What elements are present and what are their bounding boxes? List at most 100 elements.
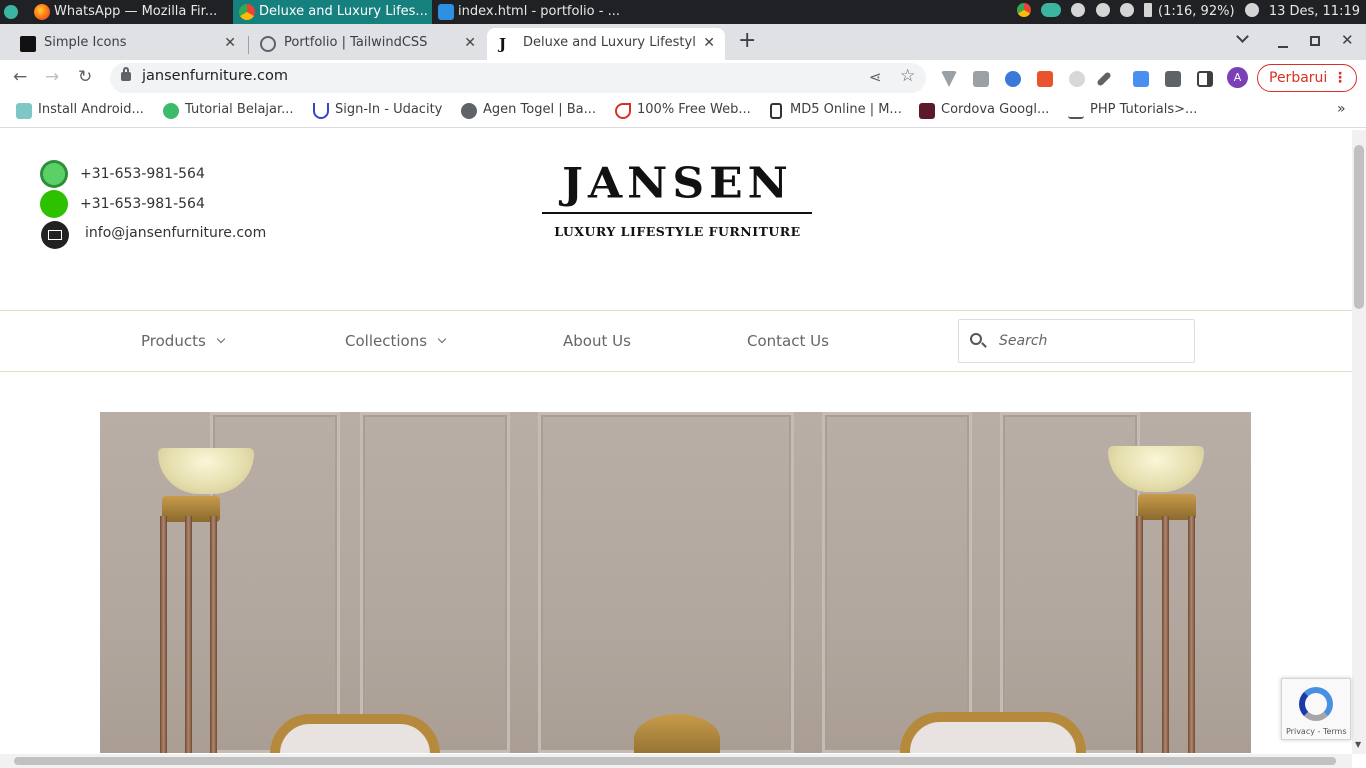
bookmark-cordova[interactable]: Cordova Googl... xyxy=(919,102,1050,119)
wall-panel xyxy=(538,412,794,753)
chrome-icon xyxy=(239,4,255,20)
lamp-pole xyxy=(185,516,192,753)
share-icon[interactable]: ⋖ xyxy=(869,68,882,86)
chevron-down-icon xyxy=(437,334,447,344)
menu-icon[interactable] xyxy=(4,5,18,19)
window-close-button[interactable]: ✕ xyxy=(1341,31,1354,49)
simple-icons-favicon xyxy=(20,36,36,52)
horizontal-scroll-thumb[interactable] xyxy=(14,757,1336,765)
chrome-tray-icon[interactable] xyxy=(1017,3,1032,17)
bookmark-label: Agen Togel | Ba... xyxy=(483,102,596,117)
site-search[interactable] xyxy=(958,319,1195,363)
email-address[interactable]: info@jansenfurniture.com xyxy=(85,225,266,241)
tab-simple-icons[interactable]: Simple Icons ✕ xyxy=(8,28,246,60)
armchair xyxy=(270,714,440,753)
lamp-pole xyxy=(210,516,217,753)
whatsapp-number[interactable]: +31-653-981-564 xyxy=(80,166,205,182)
extension-doc-icon[interactable] xyxy=(973,71,989,87)
bookmark-install-android[interactable]: Install Android... xyxy=(16,102,144,119)
menu-label: Contact Us xyxy=(747,332,829,350)
lamp-pole xyxy=(160,516,167,753)
extension-circle-icon[interactable] xyxy=(1069,71,1085,87)
bookmark-label: MD5 Online | M... xyxy=(790,102,902,117)
menu-about-us[interactable]: About Us xyxy=(563,332,631,350)
puzzle-icon[interactable] xyxy=(1165,71,1181,87)
bookmark-label: Sign-In - Udacity xyxy=(335,102,443,117)
brand-tagline: LUXURY LIFESTYLE FURNITURE xyxy=(554,224,801,239)
bookmark-tutorial-belajar[interactable]: Tutorial Belajar... xyxy=(163,102,294,119)
bookmark-label: Tutorial Belajar... xyxy=(185,102,294,117)
minimize-button[interactable] xyxy=(1278,46,1288,48)
taskbar-item-label: index.html - portfolio - ... xyxy=(458,4,620,19)
bookmark-md5-online[interactable]: MD5 Online | M... xyxy=(768,102,902,119)
os-taskbar: WhatsApp — Mozilla Fir... Deluxe and Lux… xyxy=(0,0,1366,24)
tab-label: Simple Icons xyxy=(44,35,127,50)
tab-deluxe[interactable]: J Deluxe and Luxury Lifestyl ✕ xyxy=(487,28,725,60)
firefox-icon xyxy=(34,4,50,20)
menu-contact-us[interactable]: Contact Us xyxy=(747,332,829,350)
bluetooth-icon[interactable] xyxy=(1095,3,1110,17)
close-icon[interactable]: ✕ xyxy=(464,28,476,58)
bookmark-label: 100% Free Web... xyxy=(637,102,751,117)
recaptcha-terms[interactable]: Privacy - Terms xyxy=(1286,727,1347,736)
bookmark-free-web[interactable]: 100% Free Web... xyxy=(615,102,751,119)
update-button[interactable]: Perbarui ⋮ xyxy=(1257,64,1357,92)
forward-arrow-icon[interactable]: → xyxy=(45,67,59,87)
globe-icon xyxy=(260,36,276,52)
restore-button[interactable] xyxy=(1310,36,1320,46)
extension-blue-icon[interactable] xyxy=(1005,71,1021,87)
battery-icon[interactable] xyxy=(1143,3,1152,17)
more-bookmarks-icon[interactable]: » xyxy=(1337,101,1346,117)
lock-icon xyxy=(770,103,782,119)
hero-image xyxy=(100,412,1251,753)
more-menu-icon: ⋮ xyxy=(1333,70,1347,86)
new-tab-button[interactable]: + xyxy=(738,29,756,53)
wechat-icon[interactable] xyxy=(40,190,68,218)
bookmark-udacity[interactable]: Sign-In - Udacity xyxy=(313,102,443,119)
taskbar-item-label: Deluxe and Luxury Lifes... xyxy=(259,4,428,19)
close-icon[interactable]: ✕ xyxy=(703,28,715,58)
side-panel-icon[interactable] xyxy=(1197,71,1213,87)
bookmark-star-icon[interactable]: ☆ xyxy=(900,66,915,86)
volume-icon[interactable] xyxy=(1244,3,1259,17)
back-arrow-icon[interactable]: ← xyxy=(13,67,27,87)
bookmark-php-tutorials[interactable]: PHP Tutorials>... xyxy=(1068,102,1197,119)
tab-portfolio[interactable]: Portfolio | TailwindCSS ✕ xyxy=(248,28,486,60)
bookmark-agen-togel[interactable]: Agen Togel | Ba... xyxy=(461,102,596,119)
reload-icon[interactable]: ↻ xyxy=(78,67,92,87)
vertical-scroll-thumb[interactable] xyxy=(1354,145,1364,309)
profile-avatar[interactable]: A xyxy=(1227,67,1248,88)
bookmark-label: Install Android... xyxy=(38,102,144,117)
bookmark-k-icon xyxy=(16,103,32,119)
battery-text: (1:16, 92%) xyxy=(1158,4,1235,19)
vscode-icon xyxy=(438,4,454,20)
lamp-pole xyxy=(1188,516,1195,753)
recaptcha-badge[interactable]: Privacy - Terms xyxy=(1281,678,1351,740)
bookmark-label: Cordova Googl... xyxy=(941,102,1050,117)
wechat-number[interactable]: +31-653-981-564 xyxy=(80,196,205,212)
taskbar-item-deluxe[interactable]: Deluxe and Luxury Lifes... xyxy=(233,0,432,24)
extension-clipboard-icon[interactable] xyxy=(1133,71,1149,87)
url-text[interactable]: jansenfurniture.com xyxy=(142,68,288,84)
whatsapp-icon[interactable] xyxy=(40,160,68,188)
bell-icon[interactable] xyxy=(1071,3,1086,17)
menu-label: Collections xyxy=(345,332,428,350)
taskbar-item-vscode[interactable]: index.html - portfolio - ... xyxy=(432,0,642,24)
taskbar-item-whatsapp[interactable]: WhatsApp — Mozilla Fir... xyxy=(28,0,233,24)
wall-panel xyxy=(822,412,972,753)
lamp-pole xyxy=(1162,516,1169,753)
toggle-tray-icon[interactable] xyxy=(1041,3,1062,17)
extension-red-icon[interactable] xyxy=(1037,71,1053,87)
jansen-favicon: J xyxy=(499,35,507,53)
scroll-down-arrow[interactable]: ▼ xyxy=(1355,740,1361,749)
search-icon-handle xyxy=(981,342,987,348)
clock[interactable]: 13 Des, 11:19 xyxy=(1269,4,1360,19)
search-input[interactable] xyxy=(999,330,1179,352)
wifi-icon[interactable] xyxy=(1119,3,1134,17)
menu-products[interactable]: Products xyxy=(141,332,226,350)
system-tray: (1:16, 92%) 13 Des, 11:19 xyxy=(1011,0,1360,24)
close-icon[interactable]: ✕ xyxy=(224,28,236,58)
menu-collections[interactable]: Collections xyxy=(345,332,447,350)
armchair xyxy=(900,712,1086,753)
brand-logo[interactable]: JANSEN xyxy=(540,159,815,207)
